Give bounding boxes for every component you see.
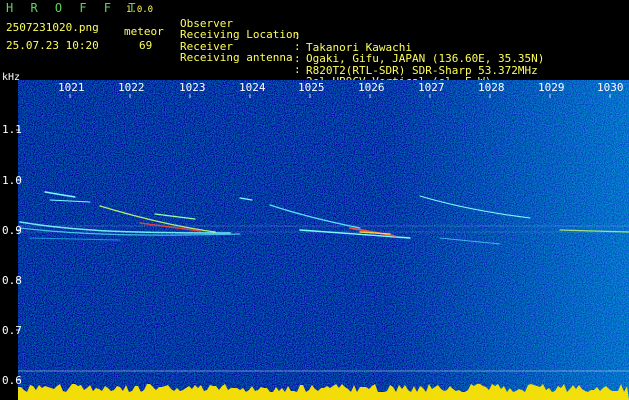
x-tick-label: 1028 (478, 81, 505, 94)
axis-unit-label: kHz (2, 72, 21, 83)
x-tick-label: 1024 (239, 81, 266, 94)
x-tick-label: 1023 (179, 81, 206, 94)
x-tick-label: 1021 (58, 81, 85, 94)
y-tick-label: 0.9 (2, 224, 22, 237)
y-tick-label: 1.1 (2, 123, 22, 136)
y-tick-label: 0.7 (2, 324, 22, 337)
x-tick-label: 1022 (118, 81, 145, 94)
x-tick-label: 1027 (418, 81, 445, 94)
x-tick-label: 1029 (538, 81, 565, 94)
y-tick-label: 0.6 (2, 374, 22, 387)
y-tick-label: 0.8 (2, 274, 22, 287)
x-tick-label: 1026 (358, 81, 385, 94)
spectrogram (0, 80, 629, 400)
x-tick-label: 1025 (298, 81, 325, 94)
x-tick-label: 1030 (597, 81, 624, 94)
y-tick-label: 1.0 (2, 174, 22, 187)
